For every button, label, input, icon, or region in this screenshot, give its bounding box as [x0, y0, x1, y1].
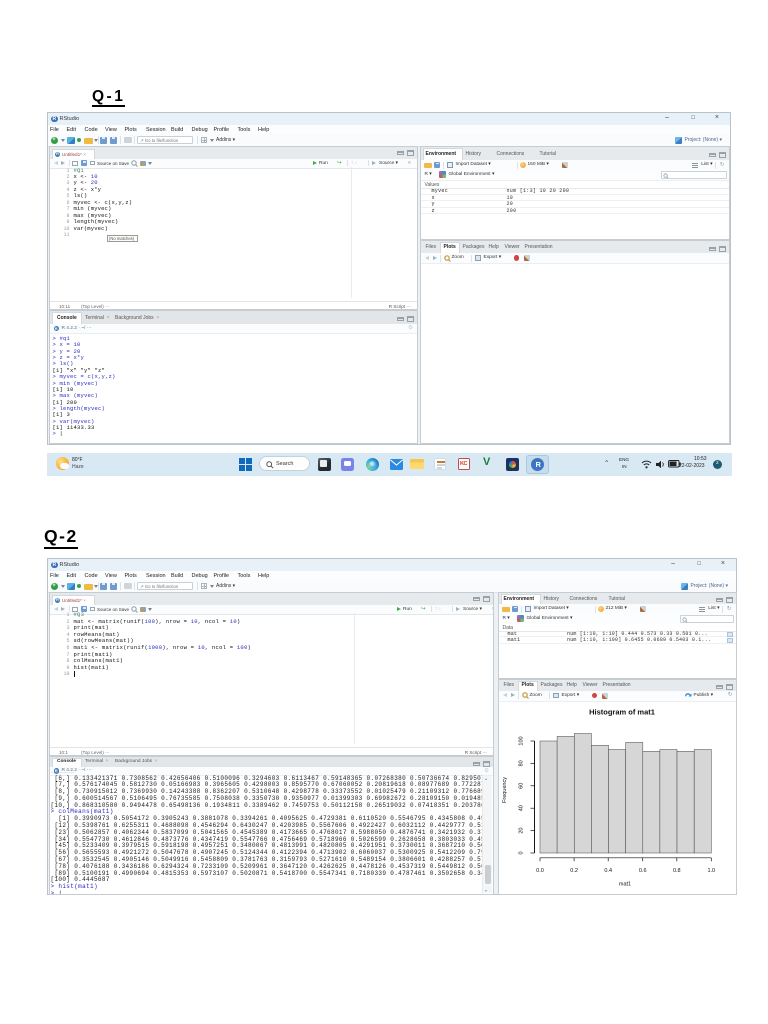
svg-text:0.8: 0.8	[672, 868, 680, 874]
svg-text:0.4: 0.4	[604, 868, 612, 874]
svg-text:0.0: 0.0	[536, 868, 544, 874]
svg-text:0: 0	[518, 851, 524, 854]
svg-text:20: 20	[518, 827, 524, 833]
svg-text:Frequency: Frequency	[502, 776, 508, 802]
svg-text:0.2: 0.2	[570, 868, 578, 874]
svg-text:60: 60	[518, 782, 524, 788]
svg-text:80: 80	[518, 760, 524, 766]
svg-text:mat1: mat1	[618, 881, 630, 887]
svg-text:0.6: 0.6	[638, 868, 646, 874]
svg-text:Histogram of mat1: Histogram of mat1	[589, 707, 655, 716]
svg-text:100: 100	[518, 736, 524, 745]
svg-text:1.0: 1.0	[707, 868, 715, 874]
svg-text:40: 40	[518, 805, 524, 811]
